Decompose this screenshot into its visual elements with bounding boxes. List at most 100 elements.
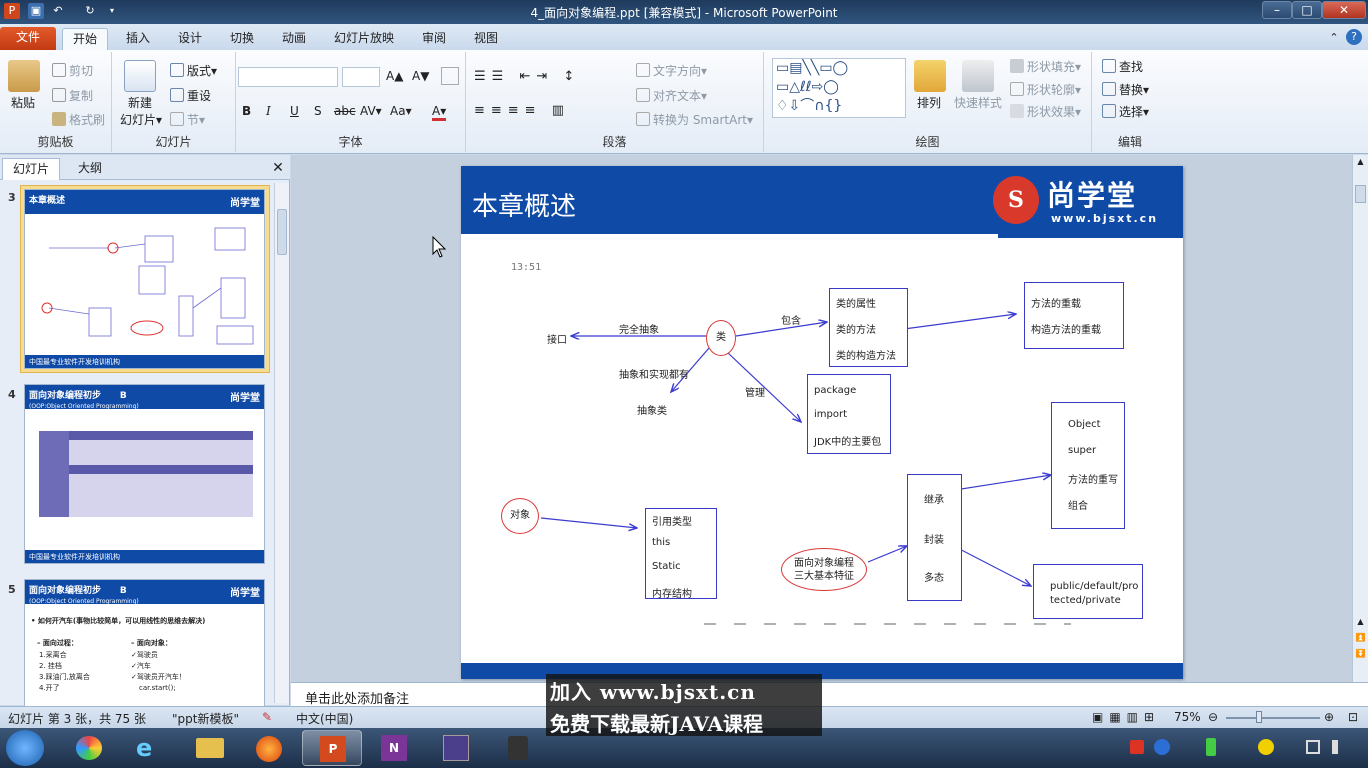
tab-slides[interactable]: 幻灯片 [2, 158, 60, 180]
notes-placeholder[interactable]: 单击此处添加备注 [305, 688, 409, 707]
font-color-button[interactable]: A▾ [432, 104, 447, 121]
previous-slide-icon[interactable]: ⏫ [1355, 633, 1366, 644]
firefox-icon[interactable] [240, 730, 300, 766]
recorder-app-icon[interactable] [488, 730, 548, 766]
shape-outline-button[interactable]: 形状轮廓▾ [1010, 81, 1081, 98]
java-ee-ide-icon[interactable] [426, 730, 486, 766]
copy-button[interactable]: 复制 [52, 87, 93, 104]
quick-styles-icon[interactable] [962, 60, 994, 92]
char-spacing-button[interactable]: AV▾ [360, 104, 382, 118]
scroll-up-icon[interactable]: ▲ [1355, 157, 1366, 168]
slides-pane-scrollbar[interactable] [274, 183, 289, 703]
cut-button[interactable]: 剪切 [52, 62, 93, 79]
tab-slideshow[interactable]: 幻灯片放映 [328, 28, 400, 50]
tray-sogou-icon[interactable] [1130, 740, 1144, 754]
select-button[interactable]: 选择▾ [1102, 103, 1149, 120]
paste-icon[interactable] [8, 60, 40, 92]
shape-effects-button[interactable]: 形状效果▾ [1010, 103, 1081, 120]
node-packages[interactable]: package import JDK中的主要包 [807, 374, 891, 454]
zoom-out-icon[interactable]: ⊖ [1208, 710, 1218, 724]
zoom-in-icon[interactable]: ⊕ [1324, 710, 1334, 724]
node-three-features[interactable]: 继承 封装 多态 [907, 474, 962, 601]
align-text-button[interactable]: 对齐文本▾ [636, 87, 707, 104]
tray-volume-icon[interactable] [1332, 740, 1346, 754]
zoom-level[interactable]: 75% [1174, 710, 1201, 724]
tab-insert[interactable]: 插入 [118, 28, 158, 50]
close-button[interactable]: ✕ [1322, 1, 1366, 19]
font-name-combo[interactable] [238, 67, 338, 87]
tray-battery-icon[interactable] [1206, 738, 1216, 756]
reset-button[interactable]: 重设 [170, 87, 211, 104]
ie-icon[interactable]: e [120, 730, 180, 766]
node-overload[interactable]: 方法的重载 构造方法的重载 [1024, 282, 1124, 349]
section-button[interactable]: 节▾ [170, 111, 205, 128]
grow-font-button[interactable]: A▲ [386, 69, 403, 83]
slide-thumbnail-3[interactable]: 本章概述 尚学堂 中国最专业软件开发培训机构 [24, 189, 265, 369]
tab-review[interactable]: 审阅 [414, 28, 454, 50]
node-references[interactable]: 引用类型 this Static 内存结构 [645, 508, 717, 600]
taskbar-app-icon[interactable] [60, 730, 120, 766]
fit-to-window-icon[interactable]: ⊡ [1348, 710, 1358, 724]
node-class-members[interactable]: 类的属性 类的方法 类的构造方法 [829, 288, 908, 367]
tab-view[interactable]: 视图 [466, 28, 506, 50]
new-slide-label-2[interactable]: 幻灯片▾ [120, 111, 162, 128]
tray-update-icon[interactable] [1258, 739, 1274, 755]
tray-network-icon[interactable] [1306, 740, 1320, 754]
shape-fill-button[interactable]: 形状填充▾ [1010, 58, 1081, 75]
clear-format-icon[interactable] [441, 67, 459, 85]
scroll-thumb[interactable] [277, 209, 287, 255]
minimize-ribbon-icon[interactable]: ⌃ [1326, 28, 1342, 50]
quick-styles-button[interactable]: 快速样式 [954, 94, 1002, 111]
minimize-button[interactable]: – [1262, 1, 1292, 19]
scroll-thumb[interactable] [1355, 185, 1366, 203]
node-oop-features[interactable]: 面向对象编程 三大基本特征 [781, 548, 867, 591]
tray-help-icon[interactable] [1154, 739, 1170, 755]
node-access-modifiers[interactable]: public/default/pro tected/private [1033, 564, 1143, 619]
node-interface[interactable]: 接口 [547, 331, 567, 346]
layout-button[interactable]: 版式▾ [170, 62, 217, 79]
tab-transitions[interactable]: 切换 [222, 28, 262, 50]
start-button-icon[interactable] [6, 730, 44, 766]
font-size-combo[interactable] [342, 67, 380, 87]
node-object[interactable]: 对象 [501, 498, 539, 534]
slide-canvas[interactable]: 本章概述 S 尚学堂 www.bjsxt.cn 13:51 接口 完全抽象 类 … [461, 166, 1183, 679]
shrink-font-button[interactable]: A▼ [412, 69, 429, 83]
text-shadow-button[interactable]: S [314, 104, 322, 118]
arrange-button[interactable]: 排列 [917, 94, 941, 111]
new-slide-label-1[interactable]: 新建 [128, 94, 152, 111]
language[interactable]: 中文(中国) [296, 710, 353, 727]
bold-button[interactable]: B [242, 104, 251, 118]
tab-home[interactable]: 开始 [62, 28, 108, 50]
powerpoint-taskbar-icon[interactable]: P [302, 730, 362, 766]
tab-file[interactable]: 文件 [0, 27, 56, 50]
slide-vertical-scrollbar[interactable]: ▲ ▲ ⏫ ⏬ [1352, 155, 1368, 682]
list-buttons-icon[interactable]: ☰☰ ⇤⇥ ↕ [474, 69, 580, 84]
arrange-icon[interactable] [914, 60, 946, 92]
slide-thumbnail-5[interactable]: 面向对象编程初步 B (OOP:Object Oriented Programmi… [24, 579, 265, 707]
onenote-icon[interactable]: N [364, 730, 424, 766]
slide-thumbnail-4[interactable]: 面向对象编程初步 B (OOP:Object Oriented Programmi… [24, 384, 265, 564]
replace-button[interactable]: 替换▾ [1102, 81, 1149, 98]
explorer-icon[interactable] [180, 730, 240, 766]
next-slide-icon[interactable]: ⏬ [1355, 649, 1366, 660]
tab-design[interactable]: 设计 [170, 28, 210, 50]
zoom-slider-thumb[interactable] [1256, 711, 1262, 723]
theme-name[interactable]: "ppt新模板" [172, 710, 239, 727]
notes-pane[interactable]: 单击此处添加备注 [291, 682, 1368, 707]
spell-check-icon[interactable]: ✎ [262, 710, 272, 724]
underline-button[interactable]: U [290, 104, 299, 118]
tab-animations[interactable]: 动画 [274, 28, 314, 50]
help-icon[interactable]: ? [1346, 29, 1362, 45]
strikethrough-button[interactable]: abc [334, 104, 356, 118]
text-direction-button[interactable]: 文字方向▾ [636, 62, 707, 79]
smartart-button[interactable]: 转换为 SmartArt▾ [636, 111, 753, 128]
zoom-slider[interactable] [1226, 717, 1320, 719]
view-buttons[interactable]: ▣▦▥⊞ [1092, 710, 1160, 724]
tab-outline[interactable]: 大纲 [64, 158, 116, 180]
node-inheritance[interactable]: Object super 方法的重写 组合 [1051, 402, 1125, 529]
new-slide-icon[interactable] [124, 60, 156, 92]
scroll-up-icon[interactable]: ▲ [1355, 617, 1366, 628]
paste-button[interactable]: 粘贴 [11, 94, 35, 111]
node-class[interactable]: 类 [706, 320, 736, 356]
shapes-gallery[interactable]: ▭▤╲╲▭◯ ▭△ℓℓ⇨◯ ♢⇩⌒∩{} [772, 58, 906, 118]
